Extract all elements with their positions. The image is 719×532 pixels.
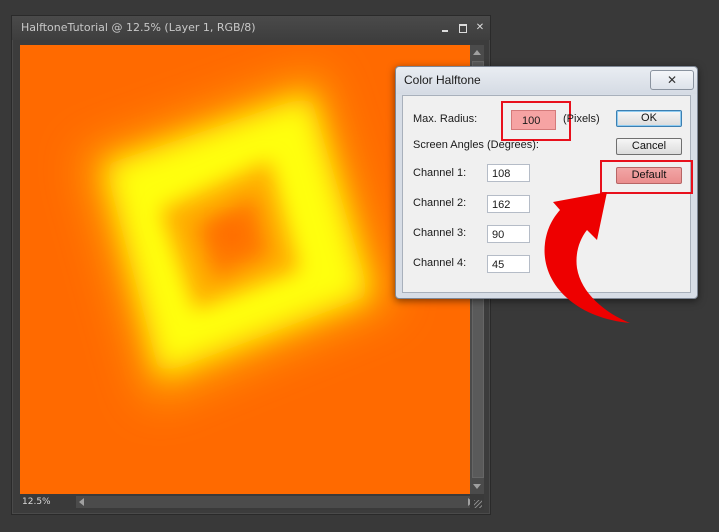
horizontal-scrollbar[interactable] <box>76 496 476 508</box>
screen-angles-label: Screen Angles (Degrees): <box>413 139 539 151</box>
cancel-button[interactable]: Cancel <box>616 138 682 155</box>
minimize-button[interactable] <box>440 23 450 33</box>
scroll-left-icon[interactable] <box>79 498 84 506</box>
maximize-button[interactable] <box>458 23 468 33</box>
ok-button[interactable]: OK <box>616 110 682 127</box>
channel-2-input[interactable]: 162 <box>487 195 530 213</box>
zoom-level[interactable]: 12.5% <box>22 494 51 510</box>
resize-grip-icon[interactable] <box>470 494 484 510</box>
max-radius-label: Max. Radius: <box>413 113 478 125</box>
document-titlebar[interactable]: HalftoneTutorial @ 12.5% (Layer 1, RGB/8… <box>12 16 490 40</box>
channel-2-label: Channel 2: <box>413 197 467 209</box>
channel-1-input[interactable]: 108 <box>487 164 530 182</box>
channel-1-label: Channel 1: <box>413 167 467 179</box>
close-button[interactable]: ✕ <box>475 23 485 33</box>
channel-4-label: Channel 4: <box>413 257 467 269</box>
dialog-titlebar[interactable]: Color Halftone ✕ <box>396 67 697 94</box>
dialog-close-button[interactable]: ✕ <box>650 70 694 90</box>
status-bar: 12.5% <box>20 494 484 510</box>
dialog-title: Color Halftone <box>404 73 481 87</box>
channel-4-input[interactable]: 45 <box>487 255 530 273</box>
channel-3-label: Channel 3: <box>413 227 467 239</box>
max-radius-unit: (Pixels) <box>563 113 600 125</box>
channel-3-input[interactable]: 90 <box>487 225 530 243</box>
scroll-up-icon[interactable] <box>473 50 481 55</box>
annotation-arrow-icon <box>544 192 630 323</box>
scroll-down-icon[interactable] <box>473 484 481 489</box>
document-title: HalftoneTutorial @ 12.5% (Layer 1, RGB/8… <box>21 21 256 34</box>
default-button[interactable]: Default <box>616 167 682 184</box>
max-radius-input[interactable]: 100 <box>511 110 556 130</box>
